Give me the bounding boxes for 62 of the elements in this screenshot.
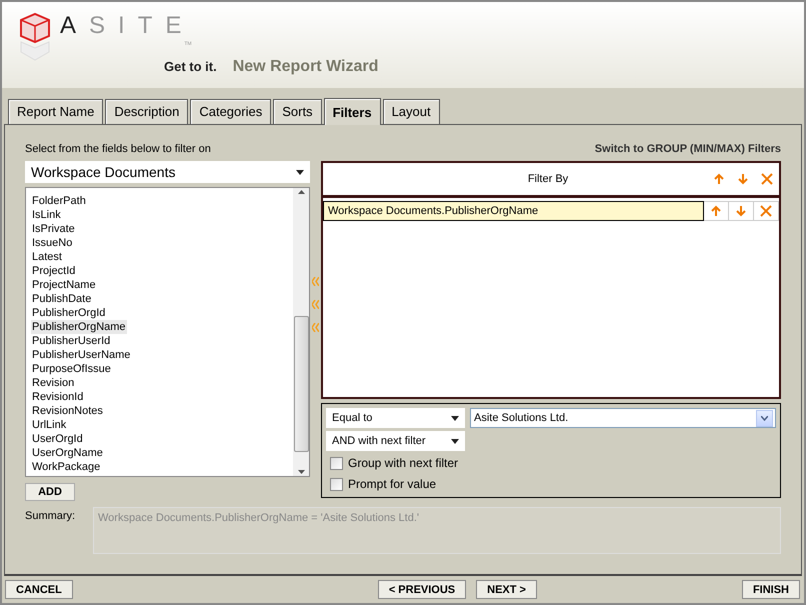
operator-dropdown[interactable]: Equal to <box>326 408 465 428</box>
field-item[interactable]: UserOrgId <box>31 432 84 446</box>
value-dropdown[interactable]: Asite Solutions Ltd. <box>470 408 776 428</box>
field-item[interactable]: UserOrgName <box>31 446 104 460</box>
field-item[interactable]: ProjectName <box>31 278 97 292</box>
field-item[interactable]: RevisionNotes <box>31 404 104 418</box>
move-up-icon[interactable] <box>713 173 725 185</box>
cancel-button[interactable]: CANCEL <box>5 580 73 599</box>
logo-tagline: Get to it. <box>164 59 217 74</box>
scroll-up-icon[interactable] <box>298 190 304 194</box>
scroll-down-icon[interactable] <box>298 470 304 474</box>
finish-button[interactable]: FINISH <box>742 580 800 599</box>
caret-icon <box>451 438 459 444</box>
field-item[interactable]: PublisherUserId <box>31 334 112 348</box>
move-up-icon[interactable] <box>710 205 722 217</box>
move-down-icon[interactable] <box>735 205 747 217</box>
tab[interactable]: Categories <box>190 99 272 124</box>
caret-icon <box>296 170 304 174</box>
field-item[interactable]: IssueNo <box>31 236 74 250</box>
previous-button[interactable]: < PREVIOUS <box>378 580 466 599</box>
field-item[interactable]: Latest <box>31 250 63 264</box>
filter-by-heading: Filter By <box>526 173 570 185</box>
field-item[interactable]: UrlLink <box>31 418 68 432</box>
tab[interactable]: Sorts <box>273 99 322 124</box>
scrollbar[interactable] <box>293 188 309 476</box>
field-item[interactable]: Revision <box>31 376 76 390</box>
tab[interactable]: Report Name <box>8 99 104 124</box>
field-item[interactable]: PublisherOrgId <box>31 306 106 320</box>
field-item[interactable]: WorkPackage <box>31 460 102 474</box>
chevron-down-icon[interactable] <box>761 416 768 420</box>
filter-row[interactable]: Workspace Documents.PublisherOrgName <box>323 201 704 221</box>
join-dropdown[interactable]: AND with next filter <box>326 431 465 451</box>
summary-text: Workspace Documents.PublisherOrgName = 'Asite Solutions Ltd.' <box>93 507 781 554</box>
caret-icon <box>451 416 459 420</box>
field-item[interactable]: PublishDate <box>31 292 92 306</box>
checkbox[interactable] <box>330 456 343 470</box>
field-item[interactable]: IsPrivate <box>31 222 76 236</box>
logo-text: SITE <box>89 12 194 40</box>
field-item[interactable]: ProjectId <box>31 264 76 278</box>
checkbox-label: Group with next filter <box>348 456 458 470</box>
close-icon[interactable] <box>760 205 772 217</box>
instruction-text: Select from the fields below to filter on <box>25 143 212 157</box>
add-button[interactable]: ADD <box>25 483 75 501</box>
field-item[interactable]: PublisherOrgName <box>31 320 127 334</box>
field-item[interactable]: PublisherUserName <box>31 348 132 362</box>
field-item[interactable]: IsLink <box>31 208 62 222</box>
wizard-title: New Report Wizard <box>232 58 378 76</box>
close-icon[interactable] <box>761 173 773 185</box>
switch-filters-link[interactable]: Switch to GROUP (MIN/MAX) Filters <box>321 143 781 161</box>
checkbox[interactable] <box>330 478 343 490</box>
tab[interactable]: Filters <box>324 98 381 125</box>
next-button[interactable]: NEXT > <box>476 580 537 599</box>
field-item[interactable]: PurposeOfIssue <box>31 362 112 376</box>
field-item[interactable]: FolderPath <box>31 194 87 208</box>
field-item[interactable]: RevisionId <box>31 390 84 404</box>
tab[interactable]: Description <box>105 99 188 124</box>
summary-label: Summary: <box>25 509 76 524</box>
tab[interactable]: Layout <box>382 99 440 124</box>
source-dropdown[interactable]: Workspace Documents <box>25 161 310 183</box>
checkbox-label: Prompt for value <box>348 477 436 491</box>
move-down-icon[interactable] <box>737 173 749 185</box>
logo-letter: A <box>60 12 90 40</box>
